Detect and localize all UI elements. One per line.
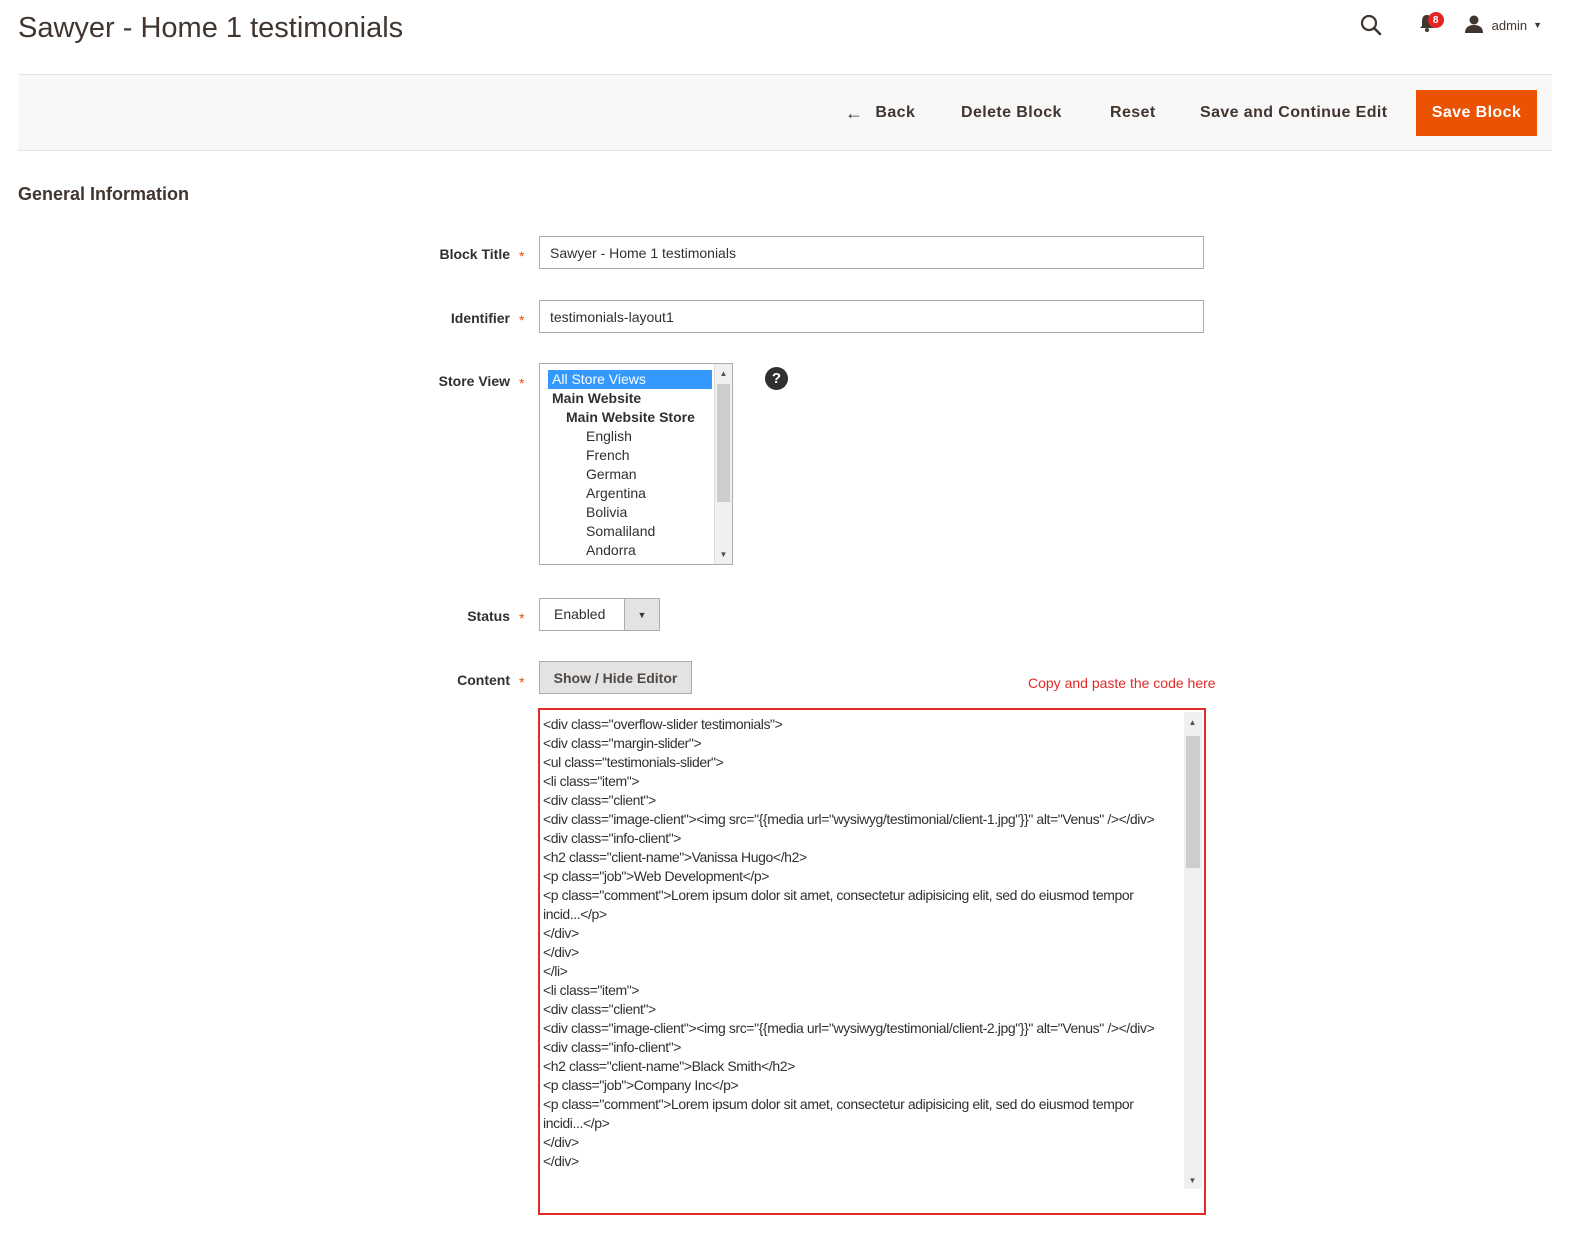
page-title: Sawyer - Home 1 testimonials <box>18 12 404 44</box>
notifications-button[interactable]: 8 <box>1412 10 1444 40</box>
store-view-option[interactable]: French <box>548 446 712 465</box>
store-view-option[interactable]: All Store Views <box>548 370 712 389</box>
store-view-multiselect[interactable]: All Store Views Main Website Main Website … <box>539 363 733 565</box>
scroll-thumb[interactable] <box>717 384 730 502</box>
content-scrollbar[interactable]: ▲ ▼ <box>1184 712 1202 1189</box>
header-actions: 8 admin ▼ <box>1356 10 1542 40</box>
store-view-option[interactable]: Andorra <box>548 541 712 560</box>
user-icon <box>1464 14 1484 37</box>
block-title-input[interactable] <box>539 236 1204 269</box>
help-icon[interactable]: ? <box>765 367 788 390</box>
required-marker: * <box>519 674 525 690</box>
back-button[interactable]: ← Back <box>845 90 915 136</box>
annotation-hint: Copy and paste the code here <box>1028 675 1216 691</box>
status-value: Enabled <box>554 606 606 622</box>
required-marker: * <box>519 248 525 264</box>
delete-block-button[interactable]: Delete Block <box>961 90 1062 136</box>
status-select[interactable]: Enabled ▼ <box>539 598 660 631</box>
chevron-down-icon: ▼ <box>624 599 659 630</box>
scroll-up-icon[interactable]: ▲ <box>1184 718 1201 727</box>
store-view-option[interactable]: English <box>548 427 712 446</box>
page-actions-toolbar: ← Back Delete Block Reset Save and Conti… <box>18 74 1552 151</box>
store-view-options: All Store Views Main Website Main Website … <box>548 370 712 564</box>
store-view-option[interactable]: Somaliland <box>548 522 712 541</box>
content-label: Content <box>457 672 510 688</box>
store-view-option[interactable]: Argentina <box>548 484 712 503</box>
status-label: Status <box>467 608 510 624</box>
identifier-label: Identifier <box>450 310 510 326</box>
required-marker: * <box>519 312 525 328</box>
block-title-label: Block Title <box>439 246 510 262</box>
store-view-option[interactable]: Australia <box>548 560 712 564</box>
store-view-option[interactable]: Main Website <box>548 389 712 408</box>
scroll-up-icon[interactable]: ▲ <box>715 369 732 378</box>
store-view-option[interactable]: Main Website Store <box>548 408 712 427</box>
chevron-down-icon: ▼ <box>1533 20 1542 30</box>
section-title: General Information <box>18 184 190 204</box>
save-and-continue-button[interactable]: Save and Continue Edit <box>1200 90 1388 136</box>
required-marker: * <box>519 610 525 626</box>
arrow-left-icon: ← <box>845 102 864 123</box>
show-hide-editor-button[interactable]: Show / Hide Editor <box>539 661 692 694</box>
store-view-option[interactable]: German <box>548 465 712 484</box>
save-block-button[interactable]: Save Block <box>1416 90 1537 136</box>
scroll-thumb[interactable] <box>1186 736 1200 868</box>
scroll-down-icon[interactable]: ▼ <box>1184 1176 1201 1185</box>
user-menu[interactable]: admin ▼ <box>1464 14 1542 37</box>
reset-button[interactable]: Reset <box>1110 90 1156 136</box>
notification-count-badge: 8 <box>1427 12 1444 28</box>
store-view-label: Store View <box>438 373 510 389</box>
back-button-label: Back <box>875 104 916 121</box>
store-view-option[interactable]: Bolivia <box>548 503 712 522</box>
content-textarea[interactable]: <div class="overflow-slider testimonials… <box>543 715 1173 1171</box>
store-view-scrollbar[interactable]: ▲ ▼ <box>714 364 732 564</box>
identifier-input[interactable] <box>539 300 1204 333</box>
required-marker: * <box>519 375 525 391</box>
scroll-down-icon[interactable]: ▼ <box>715 550 732 559</box>
user-name: admin <box>1491 17 1528 33</box>
search-icon[interactable] <box>1356 10 1386 40</box>
content-editor[interactable]: <div class="overflow-slider testimonials… <box>538 708 1206 1215</box>
